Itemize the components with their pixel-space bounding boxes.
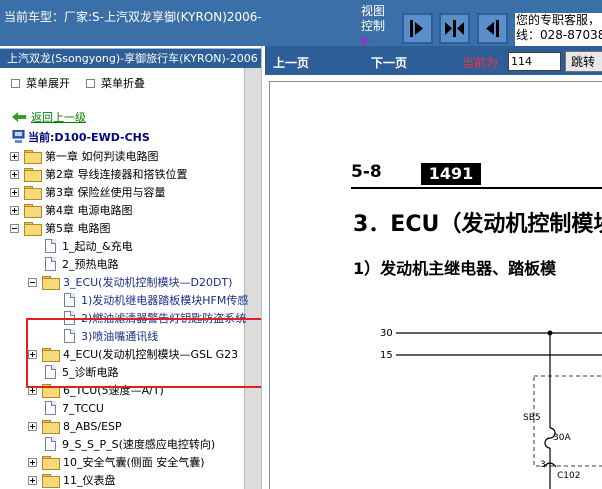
folder-icon (42, 474, 60, 488)
tree-item-instrument[interactable]: 11_仪表盘 (28, 471, 116, 489)
tree-item-engine-relay[interactable]: 1)发动机继电器踏板模块HFM传感 (64, 291, 248, 309)
tree-item-label: 7_TCCU (62, 401, 104, 415)
sidebar-tree-panel: 上汽双龙(Ssongyong)-享御旅行车(KYRON)-2006 菜单展开 菜… (0, 46, 262, 489)
tree-item-chapter-1[interactable]: 第一章 如何判读电路图 (10, 147, 159, 165)
document-icon (64, 293, 75, 307)
tree-item-label: 第5章 电路图 (45, 222, 111, 235)
expand-plus-icon[interactable] (28, 475, 37, 485)
tree-item-label: 第2章 导线连接器和搭铁位置 (45, 168, 188, 181)
tree-item-label: 3_ECU(发动机控制模块—D20DT) (63, 276, 233, 289)
tree-item-start-charge[interactable]: 1_起动_&充电 (45, 237, 133, 255)
document-heading: 3．ECU（发动机控制模块 (353, 212, 602, 237)
bus-label-30: 30 (380, 328, 393, 339)
tree-item-label: 9_S_S_P_S(速度感应电控转向) (62, 438, 216, 451)
section-number: 5-8 (351, 162, 382, 182)
tree-item-preheat[interactable]: 2_预热电路 (45, 255, 119, 273)
view-arrow-icon (361, 36, 371, 46)
back-link[interactable]: 返回上一级 (12, 109, 86, 125)
bus-label-15: 15 (380, 350, 393, 361)
view-single-left-button[interactable] (477, 13, 508, 44)
back-link-label: 返回上一级 (31, 111, 86, 124)
arrow-right-icon (410, 20, 423, 37)
current-path: 当前:D100-EWD-CHS (12, 129, 150, 145)
current-path-label: 当前:D100-EWD-CHS (28, 131, 150, 144)
view-control-label: 视图控制 (361, 4, 386, 33)
expand-plus-icon[interactable] (10, 187, 19, 197)
collapse-all-button[interactable]: 菜单折叠 (86, 75, 145, 91)
tree-item-chapter-3[interactable]: 第3章 保险丝使用与容量 (10, 183, 166, 201)
expand-plus-icon[interactable] (10, 151, 19, 161)
document-subheading: 1）发动机主继电器、踏板模 (353, 259, 557, 278)
split-view-icon (445, 20, 464, 37)
expand-plus-icon[interactable] (28, 457, 37, 467)
tree-item-label: 第3章 保险丝使用与容量 (45, 186, 166, 199)
current-car-model: 当前车型：厂家:S-上汽双龙享御(KYRON)2006- (4, 10, 262, 24)
page-number-badge: 1491 (421, 163, 481, 185)
arrow-left-icon (486, 20, 499, 37)
collapse-minus-icon[interactable] (28, 277, 37, 287)
wiring-diagram: 30 15 SB5 30A 3 C102 (380, 328, 602, 489)
view-split-button[interactable] (439, 13, 470, 44)
expand-all-label: 菜单展开 (26, 77, 70, 90)
folder-icon (42, 456, 60, 470)
fuse-label: SB5 (523, 413, 541, 423)
current-page-label: 当前为 (462, 56, 499, 70)
document-icon (45, 437, 56, 451)
collapse-checkbox-icon (86, 78, 95, 88)
customer-service-box: 您的专职客服， 线：028-87038 (515, 13, 602, 46)
tree-item-label: 11_仪表盘 (63, 474, 116, 487)
expand-checkbox-icon (11, 78, 20, 88)
fuse-rating: 30A (553, 433, 571, 443)
expand-plus-icon[interactable] (28, 421, 37, 431)
next-page-button[interactable]: 下一页 (371, 54, 407, 71)
top-header: 当前车型：厂家:S-上汽双龙享御(KYRON)2006- 视图控制 您的专职客服… (0, 0, 602, 46)
tree-item-label: 1)发动机继电器踏板模块HFM传感 (81, 294, 249, 307)
tree-item-airbag[interactable]: 10_安全气囊(侧面 安全气囊) (28, 453, 205, 471)
folder-icon (24, 150, 42, 164)
tree-item-chapter-2[interactable]: 第2章 导线连接器和搭铁位置 (10, 165, 188, 183)
collapse-all-label: 菜单折叠 (101, 77, 145, 90)
fuse-box-outline (533, 375, 602, 467)
back-arrow-icon (12, 112, 26, 122)
tree-item-ecu-d20dt[interactable]: 3_ECU(发动机控制模块—D20DT) (28, 273, 232, 291)
connector-pin: 3 (540, 460, 546, 470)
prev-page-button[interactable]: 上一页 (273, 54, 309, 71)
tree-item-label: 第一章 如何判读电路图 (45, 150, 159, 163)
view-single-right-button[interactable] (402, 13, 433, 44)
sidebar-scrollbar[interactable] (244, 68, 261, 489)
tree-item-label: 8_ABS/ESP (63, 419, 122, 433)
folder-open-icon (24, 222, 42, 236)
connector-label: C102 (557, 471, 580, 481)
tree-item-label: 1_起动_&充电 (62, 240, 133, 253)
jump-button[interactable]: 跳转 (565, 51, 602, 72)
tree-item-label: 10_安全气囊(侧面 安全气囊) (63, 456, 205, 469)
expand-plus-icon[interactable] (10, 169, 19, 179)
folder-icon (24, 168, 42, 182)
expand-plus-icon[interactable] (10, 205, 19, 215)
document-icon (45, 401, 56, 415)
highlight-box (26, 318, 261, 388)
tree-item-tccu[interactable]: 7_TCCU (45, 399, 104, 417)
tree-item-abs-esp[interactable]: 8_ABS/ESP (28, 417, 122, 435)
folder-icon (24, 204, 42, 218)
sidebar-title: 上汽双龙(Ssongyong)-享御旅行车(KYRON)-2006 (0, 48, 261, 68)
document-panel: 上一页 下一页 当前为 跳转 5-8 1491 3．ECU（发动机控制模块 1）… (265, 46, 602, 489)
folder-icon (24, 186, 42, 200)
expand-all-button[interactable]: 菜单展开 (11, 75, 70, 91)
document-toolbar: 上一页 下一页 当前为 跳转 (265, 46, 602, 75)
collapse-minus-icon[interactable] (10, 223, 19, 233)
tree-item-label: 2_预热电路 (62, 258, 119, 271)
document-icon (45, 257, 56, 271)
tree-item-chapter-4[interactable]: 第4章 电源电路图 (10, 201, 133, 219)
document-icon (45, 239, 56, 253)
folder-open-icon (42, 276, 60, 290)
tree-item-label: 第4章 电源电路图 (45, 204, 133, 217)
tree-item-ssps[interactable]: 9_S_S_P_S(速度感应电控转向) (45, 435, 215, 453)
page-number-input[interactable] (508, 52, 561, 71)
support-text: 您的专职客服， 线：028-87038 (516, 13, 602, 42)
tree-item-chapter-5[interactable]: 第5章 电路图 (10, 219, 111, 237)
folder-icon (42, 420, 60, 434)
header-rule (351, 187, 602, 189)
computer-icon (12, 130, 25, 143)
